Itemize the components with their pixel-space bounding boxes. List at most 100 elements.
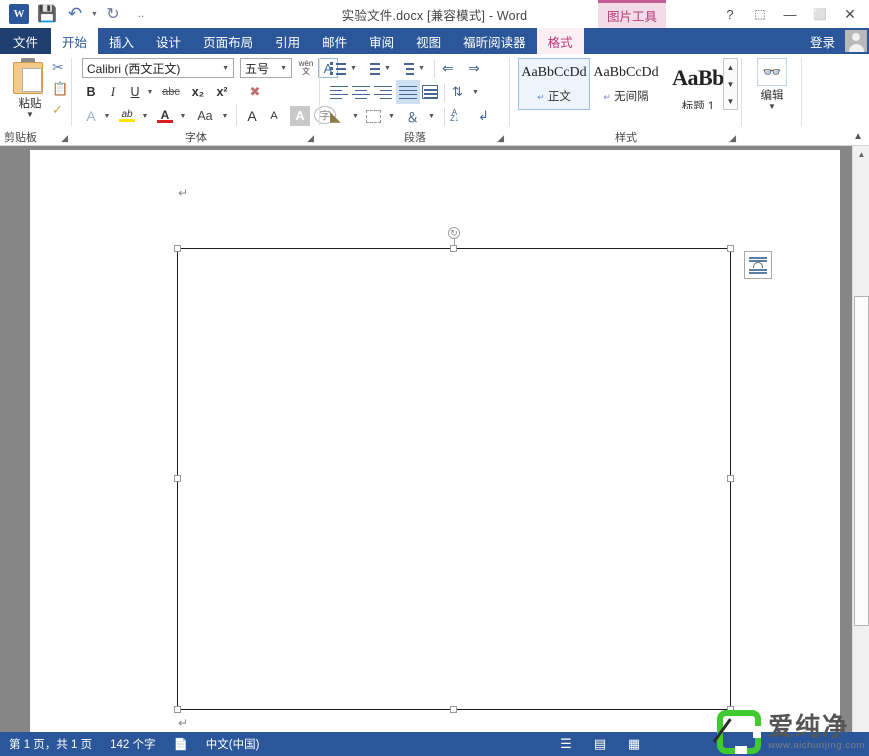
scissors-icon[interactable]: ✂: [52, 59, 64, 76]
asian-layout-caret[interactable]: ▼: [428, 106, 435, 126]
styles-scroll-up-icon[interactable]: ▲: [727, 59, 735, 75]
font-color-caret[interactable]: ▼: [178, 106, 188, 126]
font-name-input[interactable]: Calibri (西文正文) ▼: [82, 58, 234, 78]
shading-icon[interactable]: ◣: [330, 106, 341, 126]
tab-file[interactable]: 文件: [0, 28, 51, 54]
styles-gallery-scroll[interactable]: ▲ ▼ ▼: [723, 58, 738, 110]
italic-button[interactable]: I: [104, 82, 122, 102]
scroll-up-icon[interactable]: ▲: [853, 146, 869, 163]
clipboard-dialog-launcher[interactable]: ◢: [61, 133, 68, 144]
tab-home[interactable]: 开始: [51, 28, 98, 54]
maximize-icon[interactable]: ⬜: [805, 2, 835, 26]
resize-handle-nw[interactable]: [174, 245, 181, 252]
bullets-icon[interactable]: [330, 58, 347, 78]
multilevel-caret[interactable]: ▼: [418, 58, 425, 78]
increase-indent-icon[interactable]: ⇒: [468, 58, 480, 78]
borders-caret[interactable]: ▼: [388, 106, 395, 126]
align-center-icon[interactable]: [352, 82, 370, 102]
distributed-icon[interactable]: [422, 82, 438, 102]
tab-design[interactable]: 设计: [145, 28, 192, 54]
style-item-no-spacing[interactable]: AaBbCcDd ↵ 无间隔: [590, 58, 662, 110]
page-indicator[interactable]: 第 1 页，共 1 页: [0, 736, 101, 752]
shrink-font-icon[interactable]: A: [264, 106, 284, 126]
align-justify-icon[interactable]: [396, 80, 420, 104]
change-case-caret[interactable]: ▼: [220, 106, 230, 126]
resize-handle-s[interactable]: [450, 706, 457, 713]
tab-review[interactable]: 审阅: [358, 28, 405, 54]
web-layout-icon[interactable]: ▦: [617, 733, 651, 755]
text-effects-icon[interactable]: A: [82, 106, 100, 126]
layout-options-button[interactable]: [744, 251, 772, 279]
scrollbar-thumb[interactable]: [854, 296, 869, 626]
paste-button[interactable]: 粘贴 ▼: [8, 58, 52, 119]
paste-dropdown-caret[interactable]: ▼: [8, 111, 52, 119]
superscript-button[interactable]: x²: [212, 82, 232, 102]
minimize-icon[interactable]: —: [775, 2, 805, 26]
print-layout-icon[interactable]: ▤: [583, 733, 617, 755]
bullets-caret[interactable]: ▼: [350, 58, 357, 78]
change-case-icon[interactable]: Aa: [192, 106, 218, 126]
styles-dialog-launcher[interactable]: ◢: [729, 133, 736, 144]
borders-icon[interactable]: [366, 106, 381, 126]
format-painter-icon[interactable]: ✓: [52, 102, 63, 118]
collapse-ribbon-icon[interactable]: ▲: [853, 131, 863, 142]
shading-char-icon[interactable]: A: [290, 106, 310, 126]
help-icon[interactable]: ?: [715, 2, 745, 26]
font-color-icon[interactable]: A: [154, 106, 176, 126]
tab-view[interactable]: 视图: [405, 28, 452, 54]
underline-caret[interactable]: ▼: [145, 82, 155, 102]
font-size-caret[interactable]: ▼: [280, 65, 287, 72]
editing-dropdown-caret[interactable]: ▼: [752, 103, 792, 111]
highlight-icon[interactable]: ab: [116, 106, 138, 126]
tab-format[interactable]: 格式: [537, 28, 584, 54]
resize-handle-sw[interactable]: [174, 706, 181, 713]
clear-formatting-icon[interactable]: ✖: [244, 82, 266, 102]
text-effects-caret[interactable]: ▼: [102, 106, 112, 126]
editing-button[interactable]: 👓 编辑 ▼: [752, 58, 792, 111]
numbering-icon[interactable]: [364, 58, 381, 78]
style-item-normal[interactable]: AaBbCcDd ↵ 正文: [518, 58, 590, 110]
font-size-input[interactable]: 五号 ▼: [240, 58, 292, 78]
decrease-indent-icon[interactable]: ⇐: [442, 58, 454, 78]
underline-button[interactable]: U: [126, 82, 144, 102]
bold-button[interactable]: B: [82, 82, 100, 102]
language-indicator[interactable]: 中文(中国): [197, 736, 269, 752]
numbering-caret[interactable]: ▼: [384, 58, 391, 78]
document-page[interactable]: ↵ ↻ ↵: [30, 150, 840, 732]
resize-handle-ne[interactable]: [727, 245, 734, 252]
line-spacing-caret[interactable]: ▼: [472, 82, 479, 102]
font-name-caret[interactable]: ▼: [222, 65, 229, 72]
close-icon[interactable]: ✕: [835, 2, 865, 26]
rotate-handle[interactable]: ↻: [448, 227, 460, 239]
sort-icon[interactable]: A Z↓: [450, 106, 459, 126]
selected-picture-placeholder[interactable]: ↻: [177, 248, 731, 710]
font-dialog-launcher[interactable]: ◢: [307, 133, 314, 144]
tab-references[interactable]: 引用: [264, 28, 311, 54]
styles-scroll-down-icon[interactable]: ▼: [727, 76, 735, 92]
copy-icon[interactable]: 📋: [52, 81, 68, 97]
tab-page-layout[interactable]: 页面布局: [192, 28, 264, 54]
phonetic-guide-icon[interactable]: wén 文: [296, 58, 316, 78]
vertical-scrollbar[interactable]: ▲: [852, 146, 869, 732]
highlight-caret[interactable]: ▼: [140, 106, 150, 126]
shading-caret[interactable]: ▼: [352, 106, 359, 126]
word-count[interactable]: 142 个字: [101, 736, 164, 752]
align-right-icon[interactable]: [374, 82, 392, 102]
avatar[interactable]: [845, 30, 867, 52]
tab-foxit-reader[interactable]: 福昕阅读器: [452, 28, 537, 54]
ribbon-display-options-icon[interactable]: ⬚: [745, 2, 775, 26]
tab-mailings[interactable]: 邮件: [311, 28, 358, 54]
resize-handle-e[interactable]: [727, 475, 734, 482]
resize-handle-w[interactable]: [174, 475, 181, 482]
resize-handle-n[interactable]: [450, 245, 457, 252]
line-spacing-icon[interactable]: ⇅: [452, 82, 463, 102]
grow-font-icon[interactable]: A: [242, 106, 262, 126]
strikethrough-button[interactable]: abc: [158, 82, 184, 102]
asian-layout-icon[interactable]: ＆: [406, 106, 419, 126]
sign-in-button[interactable]: 登录: [810, 28, 835, 54]
paragraph-dialog-launcher[interactable]: ◢: [497, 133, 504, 144]
align-left-icon[interactable]: [330, 82, 348, 102]
read-mode-icon[interactable]: ☰: [549, 733, 583, 755]
show-marks-icon[interactable]: ↲: [478, 106, 489, 126]
multilevel-list-icon[interactable]: [398, 58, 415, 78]
